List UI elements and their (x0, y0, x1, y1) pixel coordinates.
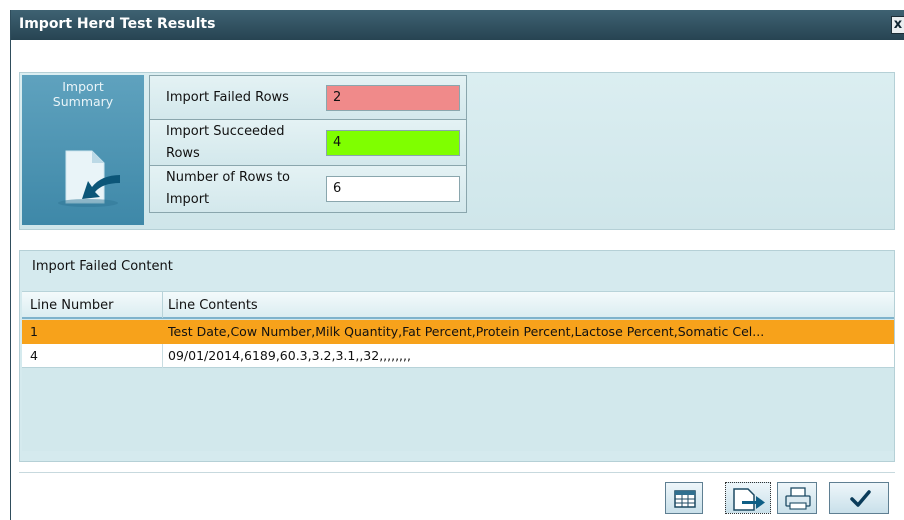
export-button[interactable] (725, 482, 771, 514)
export-icon (733, 488, 765, 511)
print-icon (785, 487, 811, 510)
rows-to-import-row: Number of Rows to Import 6 (150, 166, 466, 212)
import-arrow-icon (58, 150, 120, 207)
column-divider (162, 292, 163, 318)
window-title: Import Herd Test Results (19, 16, 216, 32)
column-divider (162, 344, 163, 368)
grid-view-button[interactable] (665, 482, 703, 514)
failed-rows-value: 2 (326, 85, 460, 111)
checkmark-icon (850, 490, 871, 507)
failed-rows-row: Import Failed Rows 2 (150, 76, 466, 120)
rows-to-import-value: 6 (326, 176, 460, 202)
table-header: Line Number Line Contents (22, 291, 894, 319)
table-row[interactable]: 4 09/01/2014,6189,60.3,3.2,3.1,,32,,,,,,… (22, 344, 894, 368)
import-summary-panel: Import Summary Import Failed Rows 2 Impo… (19, 72, 895, 230)
import-dialog: Import Herd Test Results x Import Summar… (10, 10, 904, 520)
line-number-cell: 4 (30, 348, 38, 363)
column-header-line-number[interactable]: Line Number (30, 298, 113, 313)
import-summary-tile: Import Summary (22, 75, 144, 225)
import-failed-content-panel: Import Failed Content Line Number Line C… (19, 250, 895, 462)
failed-content-table[interactable]: Line Number Line Contents 1 Test Date,Co… (22, 291, 894, 451)
close-button[interactable]: x (891, 16, 904, 34)
line-contents-cell: 09/01/2014,6189,60.3,3.2,3.1,,32,,,,,,,, (168, 348, 411, 363)
line-number-cell: 1 (30, 324, 38, 339)
confirm-button[interactable] (829, 482, 889, 514)
summary-tile-label: Import Summary (52, 79, 114, 109)
print-button[interactable] (777, 482, 817, 514)
failed-content-heading: Import Failed Content (32, 259, 173, 274)
grid-icon (674, 490, 696, 508)
column-header-line-contents[interactable]: Line Contents (168, 298, 258, 313)
succeeded-rows-label: Import Succeeded Rows (166, 124, 285, 161)
line-contents-cell: Test Date,Cow Number,Milk Quantity,Fat P… (168, 324, 765, 339)
failed-rows-label: Import Failed Rows (166, 90, 289, 105)
title-bar: Import Herd Test Results x (11, 10, 904, 40)
succeeded-rows-row: Import Succeeded Rows 4 (150, 120, 466, 166)
summary-grid: Import Failed Rows 2 Import Succeeded Ro… (149, 75, 467, 213)
succeeded-rows-value: 4 (326, 130, 460, 156)
table-row[interactable]: 1 Test Date,Cow Number,Milk Quantity,Fat… (22, 320, 894, 344)
footer-divider (19, 472, 895, 473)
rows-to-import-label: Number of Rows to Import (166, 170, 291, 207)
